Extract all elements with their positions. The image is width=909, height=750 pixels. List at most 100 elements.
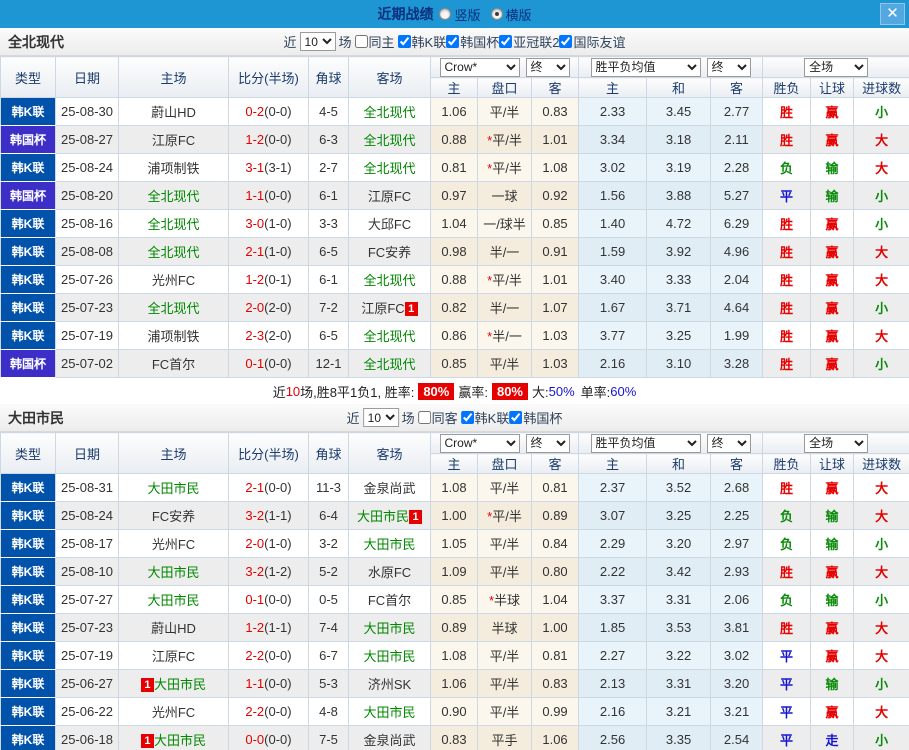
bookmaker-select[interactable]: Crow* bbox=[439, 433, 520, 453]
layout-radio-竖版[interactable]: 竖版 bbox=[439, 5, 481, 24]
radio-checked-icon[interactable] bbox=[490, 8, 503, 20]
mean-draw-cell: 3.33 bbox=[646, 265, 712, 294]
team-label: 全北现代 bbox=[147, 245, 200, 260]
mean-stage-select[interactable]: 终 bbox=[706, 433, 751, 453]
corner-cell: 2-7 bbox=[308, 153, 349, 182]
result-wdl-cell: 胜 bbox=[762, 209, 812, 238]
date-cell: 25-08-08 bbox=[55, 237, 119, 266]
rank-badge: 1 bbox=[404, 302, 418, 316]
result-wdl-cell: 负 bbox=[762, 153, 812, 182]
corner-cell: 7-4 bbox=[308, 613, 349, 642]
win-rate-badge: 80% bbox=[418, 382, 455, 400]
scope-select[interactable]: 全场 bbox=[804, 57, 869, 77]
corner-cell: 6-1 bbox=[308, 181, 349, 210]
col-corners: 角球 bbox=[308, 56, 349, 98]
sub-wdl: 胜负 bbox=[762, 77, 812, 98]
sub-handicap-result: 让球 bbox=[810, 77, 855, 98]
result-handicap-cell: 输 bbox=[810, 153, 855, 182]
odds-away-cell: 1.04 bbox=[530, 585, 580, 614]
league-filter-input[interactable] bbox=[446, 35, 460, 48]
result-wdl-cell: 负 bbox=[762, 501, 812, 530]
mean-draw-cell: 3.18 bbox=[646, 125, 712, 154]
same-venue-input[interactable] bbox=[354, 35, 368, 48]
window-title: 近期战绩 bbox=[377, 6, 434, 22]
close-button[interactable]: ✕ bbox=[880, 3, 905, 25]
mean-select[interactable]: 胜平负均值 bbox=[590, 433, 701, 453]
scope-select[interactable]: 全场 bbox=[804, 433, 869, 453]
sub-wdl: 胜负 bbox=[762, 453, 812, 474]
mean-away-cell: 2.28 bbox=[710, 153, 764, 182]
league-badge: 韩K联 bbox=[0, 613, 56, 642]
mean-draw-cell: 3.71 bbox=[646, 293, 712, 322]
result-handicap-cell: 输 bbox=[810, 585, 855, 614]
mean-away-cell: 2.77 bbox=[710, 97, 764, 126]
recent-count-select[interactable]: 10 bbox=[299, 32, 336, 51]
league-badge: 韩K联 bbox=[0, 237, 56, 266]
result-goals-cell: 小 bbox=[853, 209, 909, 238]
league-filter-checkbox[interactable]: 韩国杯 bbox=[509, 408, 562, 427]
result-goals-cell: 小 bbox=[853, 349, 909, 378]
league-filter-checkbox[interactable]: 韩K联 bbox=[460, 408, 509, 427]
same-venue-checkbox[interactable]: 同客 bbox=[417, 408, 458, 427]
same-venue-checkbox[interactable]: 同主 bbox=[354, 32, 395, 51]
odds-home-cell: 0.86 bbox=[430, 321, 478, 350]
sub-handicap: 盘口 bbox=[477, 453, 532, 474]
match-row: 韩K联 25-07-23 全北现代 2-0(2-0) 7-2 江原FC 1 0.82 半/一 1.… bbox=[0, 293, 909, 322]
match-row: 韩K联 25-08-30 蔚山HD 0-2(0-0) 4-5 全北现代 1.06 平/半 0.8… bbox=[0, 97, 909, 126]
layout-radio-横版[interactable]: 横版 bbox=[490, 5, 532, 24]
mean-select[interactable]: 胜平负均值 bbox=[590, 57, 701, 77]
handicap-change-icon: * bbox=[487, 329, 493, 344]
result-goals-cell: 小 bbox=[853, 97, 909, 126]
bookmaker-select[interactable]: Crow* bbox=[439, 57, 520, 77]
team-label: 光州FC bbox=[151, 537, 196, 552]
league-filter-input[interactable] bbox=[460, 411, 474, 424]
league-filter-input[interactable] bbox=[559, 35, 573, 48]
result-handicap-cell: 赢 bbox=[810, 125, 855, 154]
league-badge: 韩K联 bbox=[0, 529, 56, 558]
odds-stage-select[interactable]: 终 bbox=[525, 433, 570, 453]
match-row: 韩国杯 25-08-27 江原FC 1-2(0-0) 6-3 全北现代 0.88 *平/半 1.… bbox=[0, 125, 909, 154]
league-badge: 韩K联 bbox=[0, 557, 56, 586]
league-filter-checkbox[interactable]: 国际友谊 bbox=[559, 32, 625, 51]
rank-badge: 1 bbox=[409, 510, 422, 524]
team-name: 全北现代 bbox=[8, 33, 64, 50]
mean-draw-cell: 3.35 bbox=[646, 725, 712, 750]
team-label: 金泉尚武 bbox=[363, 481, 416, 496]
league-filter-checkbox[interactable]: 韩国杯 bbox=[446, 32, 499, 51]
result-handicap-cell: 输 bbox=[810, 669, 855, 698]
col-score: 比分(半场) bbox=[228, 432, 309, 474]
result-wdl-cell: 负 bbox=[762, 585, 812, 614]
mean-away-cell: 1.99 bbox=[710, 321, 764, 350]
team-label: 全北现代 bbox=[363, 161, 416, 176]
team-label: 济州SK bbox=[367, 677, 412, 692]
away-team-cell: 大田市民 bbox=[348, 613, 431, 642]
match-row: 韩K联 25-07-23 蔚山HD 1-2(1-1) 7-4 大田市民 0.89 半球 1.00… bbox=[0, 613, 909, 642]
date-cell: 25-08-27 bbox=[55, 125, 119, 154]
result-goals-cell: 大 bbox=[853, 557, 909, 586]
recent-count-select[interactable]: 10 bbox=[362, 408, 399, 427]
league-filter-input[interactable] bbox=[499, 35, 513, 48]
league-filter-input[interactable] bbox=[509, 411, 523, 424]
corner-cell: 6-3 bbox=[308, 125, 349, 154]
same-venue-input[interactable] bbox=[417, 411, 431, 424]
odds-away-cell: 0.85 bbox=[530, 209, 580, 238]
col-date: 日期 bbox=[55, 56, 119, 98]
league-filter-checkbox[interactable]: 亚冠联2 bbox=[499, 32, 559, 51]
match-row: 韩国杯 25-07-02 FC首尔 0-1(0-0) 12-1 全北现代 0.85 平/半 1.… bbox=[0, 349, 909, 378]
odds-stage-select[interactable]: 终 bbox=[525, 57, 570, 77]
team-label: 大田市民 bbox=[153, 677, 206, 692]
radio-unchecked-icon[interactable] bbox=[439, 8, 452, 20]
odds-home-cell: 0.90 bbox=[430, 697, 478, 726]
league-filter-input[interactable] bbox=[397, 35, 411, 48]
mean-home-cell: 1.85 bbox=[578, 613, 648, 642]
odds-home-cell: 0.88 bbox=[430, 265, 478, 294]
team-label: FC安养 bbox=[367, 245, 412, 260]
league-badge: 韩K联 bbox=[0, 501, 56, 530]
odds-away-cell: 0.81 bbox=[530, 473, 580, 502]
mean-draw-cell: 3.45 bbox=[646, 97, 712, 126]
corner-cell: 5-3 bbox=[308, 669, 349, 698]
league-badge: 韩K联 bbox=[0, 265, 56, 294]
league-filter-checkbox[interactable]: 韩K联 bbox=[397, 32, 446, 51]
mean-stage-select[interactable]: 终 bbox=[706, 57, 751, 77]
mean-draw-cell: 3.31 bbox=[646, 585, 712, 614]
